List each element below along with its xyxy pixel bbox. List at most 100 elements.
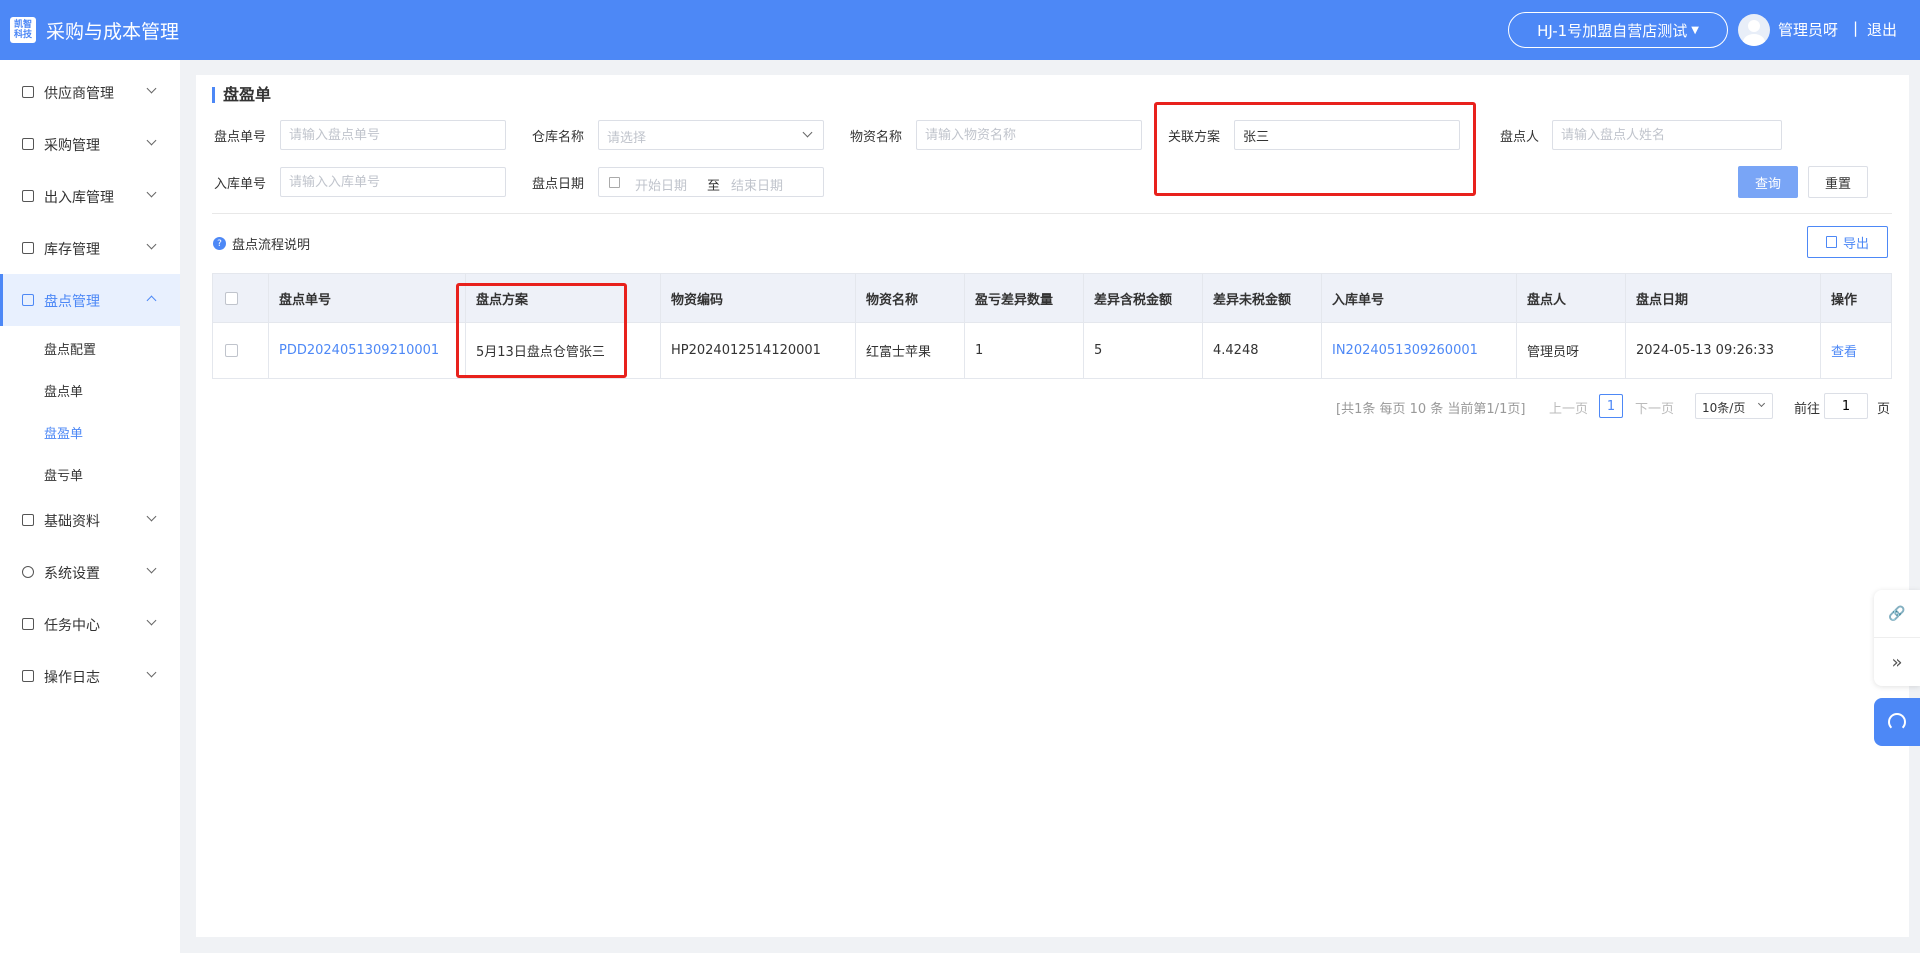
material-label: 物资名称 <box>850 130 903 145</box>
header-date: 盘点日期 <box>1626 274 1821 322</box>
export-icon <box>1825 236 1837 248</box>
sidebar-item-supplier[interactable]: 供应商管理 <box>0 66 180 118</box>
company-logo: 凯智 科技 <box>10 17 36 43</box>
double-chevron-right-icon[interactable]: » <box>1874 638 1920 686</box>
sidebar-item-label: 任务中心 <box>44 618 100 634</box>
sidebar-item-label: 供应商管理 <box>44 86 114 102</box>
header-checker: 盘点人 <box>1517 274 1626 322</box>
sidebar-item-purchase[interactable]: 采购管理 <box>0 118 180 170</box>
pagination-summary: [共1条 每页 10 条 当前第1/1页] <box>1336 402 1526 417</box>
header-separator: | <box>1853 19 1859 37</box>
sidebar-item-label: 系统设置 <box>44 566 100 582</box>
process-help-link[interactable]: ? 盘点流程说明 <box>213 234 310 253</box>
checker-input[interactable] <box>1552 120 1782 150</box>
header-plan: 盘点方案 <box>466 274 661 322</box>
cell-check-no[interactable]: PDD2024051309210001 <box>269 323 466 378</box>
chevron-down-icon <box>146 563 157 574</box>
cell-diff-untaxed: 4.4248 <box>1203 323 1322 378</box>
sidebar: 供应商管理 采购管理 出入库管理 库存管理 盘点管理 盘点配置 盘点单 盘盈单 … <box>0 60 180 953</box>
goto-label: 前往 <box>1794 402 1821 417</box>
warehouse-select[interactable]: 请选择 <box>598 120 824 150</box>
chevron-down-icon <box>146 187 157 198</box>
cell-date: 2024-05-13 09:26:33 <box>1626 323 1821 378</box>
user-name[interactable]: 管理员呀 <box>1778 19 1838 40</box>
customer-service-button[interactable] <box>1874 698 1920 746</box>
reset-button[interactable]: 重置 <box>1808 166 1868 198</box>
supplier-icon <box>22 86 34 98</box>
query-button[interactable]: 查询 <box>1738 166 1798 198</box>
sidebar-subitem-config[interactable]: 盘点配置 <box>44 339 96 358</box>
date-start: 开始日期 <box>635 179 688 194</box>
chevron-down-icon <box>146 135 157 146</box>
sidebar-item-stocktake[interactable]: 盘点管理 <box>0 274 180 326</box>
link-icon[interactable]: 🔗 <box>1874 590 1920 638</box>
cell-material-code: HP2024012514120001 <box>661 323 856 378</box>
divider <box>212 213 1892 214</box>
sidebar-item-basic-data[interactable]: 基础资料 <box>0 494 180 546</box>
cell-plan: 5月13日盘点仓管张三 <box>466 323 661 378</box>
top-header: 凯智 科技 采购与成本管理 HJ-1号加盟自营店测试 ▼ 管理员呀 | 退出 <box>0 0 1920 60</box>
help-label: 盘点流程说明 <box>232 238 311 253</box>
checkbox[interactable] <box>225 344 238 357</box>
date-range-picker[interactable]: 开始日期 至 结束日期 <box>598 167 824 197</box>
check-no-input[interactable] <box>280 120 506 150</box>
sidebar-item-label: 采购管理 <box>44 138 100 154</box>
sidebar-subitem-loss[interactable]: 盘亏单 <box>44 465 83 484</box>
store-selector[interactable]: HJ-1号加盟自营店测试 ▼ <box>1508 12 1728 48</box>
chevron-up-icon <box>146 295 157 306</box>
store-name: HJ-1号加盟自营店测试 <box>1537 21 1688 40</box>
sidebar-item-settings[interactable]: 系统设置 <box>0 546 180 598</box>
header-diff-tax: 差异含税金额 <box>1084 274 1203 322</box>
sidebar-subitem-surplus[interactable]: 盘盈单 <box>44 423 83 442</box>
table-row: PDD2024051309210001 5月13日盘点仓管张三 HP202401… <box>213 322 1891 378</box>
row-select[interactable] <box>213 323 269 378</box>
goto-page-input[interactable] <box>1824 393 1868 419</box>
header-material-name: 物资名称 <box>856 274 965 322</box>
header-inbound-no: 入库单号 <box>1322 274 1517 322</box>
view-button[interactable]: 查看 <box>1821 323 1891 378</box>
avatar[interactable] <box>1738 14 1770 46</box>
logo-line2: 科技 <box>13 30 32 40</box>
chevron-down-icon <box>1757 399 1766 408</box>
main-panel: 盘盈单 盘点单号 仓库名称 请选择 物资名称 关联方案 盘点人 入库单号 盘点日… <box>196 75 1909 937</box>
sidebar-item-tasks[interactable]: 任务中心 <box>0 598 180 650</box>
header-select-all[interactable] <box>213 274 269 322</box>
table-header: 盘点单号 盘点方案 物资编码 物资名称 盈亏差异数量 差异含税金额 差异未税金额… <box>213 274 1891 322</box>
sidebar-item-inout[interactable]: 出入库管理 <box>0 170 180 222</box>
sidebar-item-logs[interactable]: 操作日志 <box>0 650 180 702</box>
headset-icon <box>1888 713 1906 731</box>
page-number-button[interactable]: 1 <box>1599 394 1623 418</box>
plan-input[interactable] <box>1234 120 1460 150</box>
cell-diff-qty: 1 <box>965 323 1084 378</box>
cell-inbound-no[interactable]: IN2024051309260001 <box>1322 323 1517 378</box>
chevron-down-icon <box>146 511 157 522</box>
sidebar-item-label: 盘点管理 <box>44 294 100 310</box>
next-page-button[interactable]: 下一页 <box>1635 398 1674 417</box>
calendar-icon <box>609 177 620 188</box>
plan-label: 关联方案 <box>1168 130 1221 145</box>
page-size-value: 10条/页 <box>1702 401 1746 415</box>
surplus-table: 盘点单号 盘点方案 物资编码 物资名称 盈亏差异数量 差异含税金额 差异未税金额… <box>212 273 1892 379</box>
material-input[interactable] <box>916 120 1142 150</box>
chevron-down-icon <box>146 239 157 250</box>
logo-line1: 凯智 <box>13 20 32 30</box>
purchase-icon <box>22 138 34 150</box>
sidebar-item-inventory[interactable]: 库存管理 <box>0 222 180 274</box>
inout-icon <box>22 190 34 202</box>
floating-toolbar: 🔗 » <box>1874 590 1920 686</box>
page-size-select[interactable]: 10条/页 <box>1695 393 1773 419</box>
warehouse-label: 仓库名称 <box>532 130 585 145</box>
inbound-input[interactable] <box>280 167 506 197</box>
date-to: 至 <box>707 179 721 194</box>
question-icon: ? <box>213 237 226 250</box>
export-button[interactable]: 导出 <box>1807 226 1888 258</box>
header-material-code: 物资编码 <box>661 274 856 322</box>
sidebar-item-label: 基础资料 <box>44 514 100 530</box>
checkbox[interactable] <box>225 291 238 305</box>
stocktake-icon <box>22 294 34 306</box>
sidebar-subitem-check-order[interactable]: 盘点单 <box>44 381 83 400</box>
prev-page-button[interactable]: 上一页 <box>1549 398 1588 417</box>
header-diff-qty: 盈亏差异数量 <box>965 274 1084 322</box>
cell-diff-tax: 5 <box>1084 323 1203 378</box>
logout-link[interactable]: 退出 <box>1867 19 1897 40</box>
